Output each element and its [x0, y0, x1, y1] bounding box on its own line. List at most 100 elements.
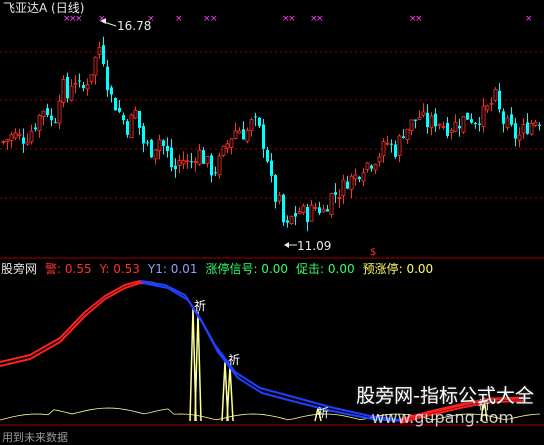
candle-body [25, 141, 30, 145]
indicator-item: Y: 0.53 [99, 262, 140, 276]
candle-body [93, 56, 98, 76]
candle-body [309, 204, 314, 222]
candle-body [13, 132, 18, 139]
candle-body [421, 111, 426, 116]
watermark-url: www.gupang.com [371, 408, 514, 427]
yellow-spike [226, 365, 234, 422]
magenta-mark: × [210, 14, 218, 24]
candle-body [365, 162, 370, 170]
candle-body [210, 155, 213, 176]
candle-body [313, 207, 318, 209]
candle-body [214, 172, 217, 174]
candle-body [466, 112, 469, 120]
candle-body [54, 122, 57, 124]
candle-body [286, 220, 289, 223]
chart-canvas[interactable]: ××× × × × × × ×× ×× ×× × [0, 0, 544, 445]
candle-body [346, 181, 349, 189]
candle-body [17, 133, 22, 136]
candle-body [126, 121, 129, 135]
candle-body [493, 88, 498, 101]
candle-body [397, 135, 402, 156]
candle-body [170, 147, 173, 168]
candle-body [233, 130, 238, 139]
candlestick-series [1, 36, 541, 232]
candle-body [221, 145, 226, 156]
candle-body [502, 111, 505, 124]
candle-body [361, 172, 366, 182]
candle-body [197, 149, 202, 165]
candle-body [122, 115, 125, 121]
candle-body [449, 129, 454, 133]
candle-body [190, 161, 193, 163]
candle-body [437, 123, 442, 126]
indicator-item: 预涨停: 0.00 [362, 262, 434, 276]
candle-body [146, 142, 149, 144]
candle-body [349, 175, 354, 190]
candle-body [521, 124, 526, 134]
candle-body [9, 134, 14, 141]
watermark-text: 股旁网-指标公式大全 [356, 385, 534, 407]
candle-body [41, 110, 46, 117]
candle-body [301, 205, 306, 214]
candle-body [282, 194, 285, 223]
candle-body [453, 121, 458, 132]
candle-body [474, 122, 477, 125]
magenta-mark: × [316, 14, 324, 24]
candle-body [334, 192, 337, 195]
candle-body [242, 129, 245, 140]
candle-body [57, 100, 62, 124]
candle-body [385, 142, 390, 145]
candle-body [353, 174, 358, 180]
candle-body [138, 110, 141, 128]
red-line [0, 282, 156, 367]
candle-body [446, 122, 449, 136]
candle-body [297, 211, 302, 215]
candle-body [202, 150, 205, 164]
candle-body [78, 80, 81, 82]
red-line [0, 280, 156, 363]
candle-body [1, 141, 6, 143]
candle-body [266, 149, 269, 162]
magenta-mark: × [415, 14, 423, 24]
candle-body [409, 119, 414, 131]
candle-body [73, 82, 78, 85]
candle-body [529, 123, 534, 135]
low-arrow [284, 242, 297, 248]
candle-body [249, 119, 254, 132]
indicator-item: 涨停信号: 0.00 [205, 262, 289, 276]
candle-body [114, 98, 117, 111]
candle-body [478, 123, 481, 125]
candle-body [489, 102, 494, 105]
candle-body [337, 196, 342, 199]
candle-body [341, 179, 346, 196]
candle-body [237, 130, 242, 134]
indicator-values: 警: 0.55 Y: 0.53 Y1: 0.01 涨停信号: 0.00 促击: 0.00… [41, 262, 437, 276]
candle-body [390, 143, 393, 145]
indicator-bar: 股旁网 警: 0.55 Y: 0.53 Y1: 0.01 涨停信号: 0.00 促击: 0… [1, 262, 441, 276]
window-title: 飞亚达A (日线) [3, 1, 85, 15]
candle-body [526, 122, 529, 134]
candle-body [277, 194, 282, 202]
candle-body [85, 84, 90, 90]
candle-body [50, 115, 53, 121]
signal-label: 祈 [228, 353, 241, 367]
candle-body [417, 116, 422, 120]
candle-body [321, 208, 326, 213]
indicator-item: 促击: 0.00 [296, 262, 355, 276]
footer-note: 用到未来数据 [2, 431, 68, 444]
candle-body [461, 116, 466, 133]
candle-body [174, 165, 177, 170]
candle-body [498, 90, 501, 110]
signal-label: 祈 [194, 299, 207, 313]
candle-body [381, 141, 386, 157]
candle-body [225, 143, 230, 149]
candle-body [481, 105, 486, 127]
candle-body [533, 121, 538, 126]
candle-body [133, 109, 138, 119]
candle-body [5, 139, 10, 142]
candle-body [510, 114, 513, 125]
candle-body [258, 117, 261, 127]
candle-body [514, 123, 517, 139]
candle-body [306, 207, 309, 223]
candle-body [89, 74, 94, 82]
